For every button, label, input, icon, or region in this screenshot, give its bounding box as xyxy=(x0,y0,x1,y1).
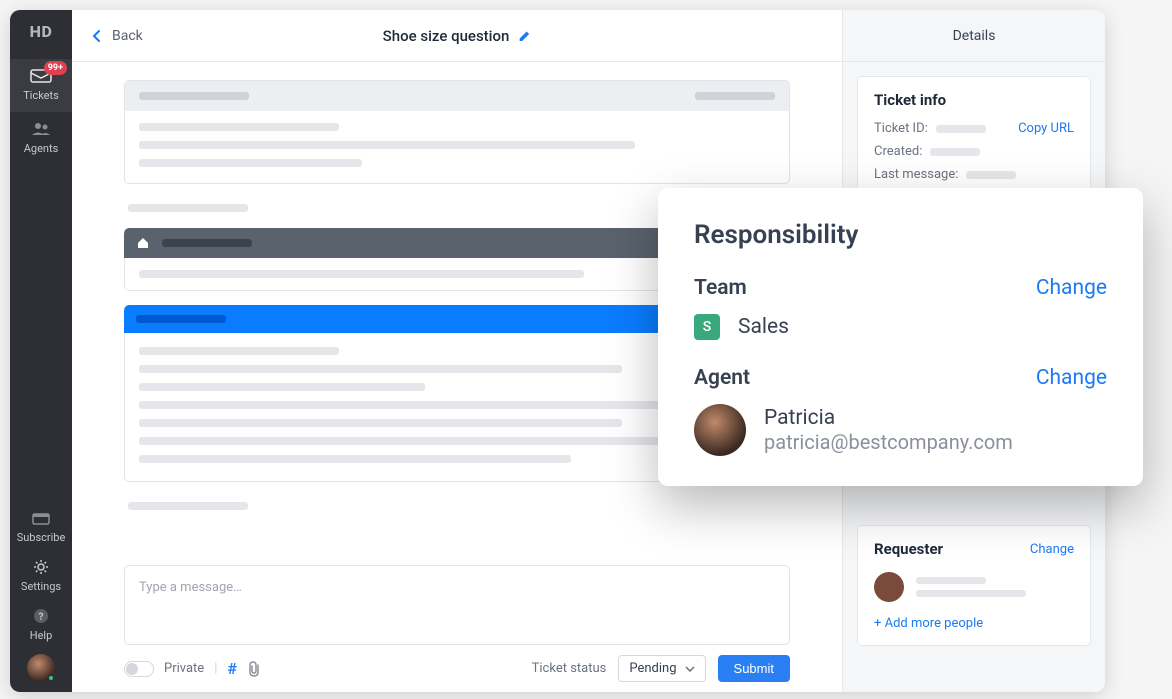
agent-name: Patricia xyxy=(764,406,1013,430)
nav-rail: HD 99+ Tickets Agents Subscribe xyxy=(10,10,72,692)
agent-section: Agent Change Patricia patricia@bestcompa… xyxy=(694,366,1107,456)
rail-bottom: Subscribe Settings ? Help xyxy=(10,503,72,682)
private-label: Private xyxy=(164,661,204,676)
composer-footer: Private | # Ticket status Pending Submit xyxy=(124,655,790,682)
rail-item-label: Agents xyxy=(24,142,59,155)
last-message-label: Last message: xyxy=(874,167,958,182)
back-label: Back xyxy=(112,28,143,44)
chevron-down-icon xyxy=(685,666,695,672)
ticket-status-select[interactable]: Pending xyxy=(618,655,705,682)
status-dot-online xyxy=(47,674,55,682)
tickets-icon: 99+ xyxy=(29,67,53,85)
message-input-placeholder: Type a message… xyxy=(139,580,242,595)
team-section: Team Change S Sales xyxy=(694,276,1107,340)
attachment-icon[interactable] xyxy=(247,661,261,677)
requester-avatar xyxy=(874,572,904,602)
rail-item-label: Tickets xyxy=(23,89,59,102)
agent-change-link[interactable]: Change xyxy=(1036,366,1107,390)
requester-row xyxy=(874,572,1074,602)
hashtag-button[interactable]: # xyxy=(227,659,237,678)
rail-item-settings[interactable]: Settings xyxy=(10,552,72,601)
private-toggle[interactable] xyxy=(124,661,154,677)
add-more-people-link[interactable]: + Add more people xyxy=(874,616,983,631)
timestamp-placeholder xyxy=(128,204,248,212)
ticket-status-value: Pending xyxy=(629,661,676,676)
agents-icon xyxy=(29,120,53,138)
subscribe-icon xyxy=(29,509,53,527)
timestamp-placeholder xyxy=(128,502,248,510)
rail-item-label: Subscribe xyxy=(17,531,66,544)
message-card xyxy=(124,80,790,184)
responsibility-title: Responsibility xyxy=(694,220,1107,250)
svg-text:?: ? xyxy=(39,612,44,623)
team-label: Team xyxy=(694,276,747,300)
created-label: Created: xyxy=(874,144,922,159)
details-header: Details xyxy=(843,10,1105,62)
separator: | xyxy=(214,661,217,676)
agent-email: patricia@bestcompany.com xyxy=(764,430,1013,454)
agent-label: Agent xyxy=(694,366,750,390)
help-icon: ? xyxy=(29,607,53,625)
rail-item-agents[interactable]: Agents xyxy=(10,112,72,165)
page-header: Back Shoe size question xyxy=(72,10,842,62)
ticket-info-card: Ticket info Ticket ID: Copy URL Created:… xyxy=(857,76,1091,205)
copy-url-link[interactable]: Copy URL xyxy=(1018,121,1074,136)
ticket-status-label: Ticket status xyxy=(532,661,607,676)
ticket-title-text: Shoe size question xyxy=(383,27,510,45)
tickets-badge: 99+ xyxy=(44,61,67,75)
agent-avatar xyxy=(694,404,746,456)
app-logo: HD xyxy=(30,22,53,41)
team-badge: S xyxy=(694,314,720,340)
requester-title: Requester xyxy=(874,540,943,558)
ticket-title: Shoe size question xyxy=(383,27,532,45)
composer-zone: Type a message… Private | # Ticket statu… xyxy=(72,565,842,692)
ticket-info-title: Ticket info xyxy=(874,91,1074,109)
edit-icon[interactable] xyxy=(517,29,531,43)
user-avatar[interactable] xyxy=(27,654,55,682)
home-icon xyxy=(136,236,150,250)
submit-button[interactable]: Submit xyxy=(718,655,790,682)
team-name: Sales xyxy=(738,315,789,339)
rail-item-label: Settings xyxy=(21,580,61,593)
settings-icon xyxy=(29,558,53,576)
rail-item-label: Help xyxy=(30,629,53,642)
message-card-head xyxy=(125,81,789,111)
responsibility-panel: Responsibility Team Change S Sales Agent… xyxy=(658,188,1143,486)
team-change-link[interactable]: Change xyxy=(1036,276,1107,300)
ticket-id-label: Ticket ID: xyxy=(874,121,928,136)
message-input[interactable]: Type a message… xyxy=(124,565,790,645)
requester-card: Requester Change + Add more people xyxy=(857,525,1091,646)
requester-change-link[interactable]: Change xyxy=(1030,542,1074,557)
arrow-left-icon xyxy=(90,29,104,43)
rail-item-tickets[interactable]: 99+ Tickets xyxy=(10,59,72,112)
rail-item-subscribe[interactable]: Subscribe xyxy=(10,503,72,552)
rail-item-help[interactable]: ? Help xyxy=(10,601,72,650)
back-button[interactable]: Back xyxy=(90,28,143,44)
